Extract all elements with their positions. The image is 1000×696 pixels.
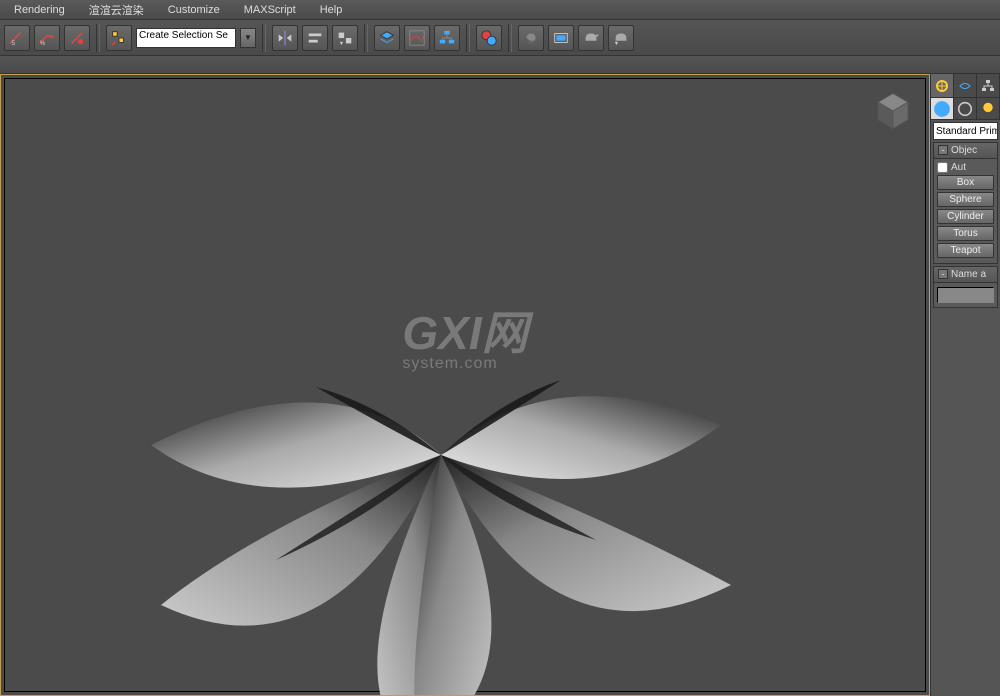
command-panel-tabs (931, 74, 1000, 98)
object-name-input[interactable] (937, 287, 994, 303)
viewcube[interactable] (871, 89, 915, 133)
menu-customize[interactable]: Customize (158, 2, 230, 18)
toolbar-separator (364, 24, 368, 52)
render-frame-button[interactable] (548, 25, 574, 51)
toolbar-separator (262, 24, 266, 52)
autogrid-checkbox[interactable]: Aut (937, 162, 994, 173)
curve-editor-button[interactable] (404, 25, 430, 51)
snap-percent-button[interactable]: % (34, 25, 60, 51)
schematic-view-button[interactable] (434, 25, 460, 51)
rendered-geometry (131, 315, 751, 696)
toolbar-separator (508, 24, 512, 52)
svg-text:%: % (40, 40, 46, 47)
svg-text:5: 5 (12, 40, 16, 47)
menu-cloud-render[interactable]: 渲渲云渲染 (79, 0, 154, 20)
mirror-button[interactable] (272, 25, 298, 51)
main-toolbar: 5 % Create Selection Se ▼ ▼ ▼ (0, 20, 1000, 56)
svg-text:▼: ▼ (339, 41, 344, 47)
name-color-header-label: Name a (951, 269, 986, 280)
named-selection-arrow[interactable]: ▼ (240, 28, 256, 48)
teapot-button[interactable]: Teapot (937, 243, 994, 258)
create-subtabs (931, 98, 1000, 120)
category-dropdown[interactable]: Standard Primiti (933, 122, 998, 140)
secondary-toolbar (0, 56, 1000, 74)
render-production-button[interactable] (578, 25, 604, 51)
material-editor-button[interactable] (476, 25, 502, 51)
svg-text:▼: ▼ (614, 41, 619, 47)
menubar: Rendering 渲渲云渲染 Customize MAXScript Help (0, 0, 1000, 20)
menu-maxscript[interactable]: MAXScript (234, 2, 306, 18)
lights-subtab[interactable] (977, 98, 1000, 119)
edit-named-selection-button[interactable] (106, 25, 132, 51)
viewport[interactable]: GXI网 system.com (0, 74, 930, 696)
menu-rendering[interactable]: Rendering (4, 2, 75, 18)
render-iterative-button[interactable]: ▼ (608, 25, 634, 51)
create-tab[interactable] (931, 74, 954, 97)
align-button[interactable] (302, 25, 328, 51)
align-dropdown-button[interactable]: ▼ (332, 25, 358, 51)
workspace: GXI网 system.com (0, 74, 930, 696)
sphere-button[interactable]: Sphere (937, 192, 994, 207)
name-color-rollout: -Name a (933, 266, 998, 308)
menu-help[interactable]: Help (310, 2, 353, 18)
command-panel: Standard Primiti -Objec Aut Box Sphere C… (930, 74, 1000, 696)
snap-angle-button[interactable]: 5 (4, 25, 30, 51)
hierarchy-tab[interactable] (977, 74, 1000, 97)
shapes-subtab[interactable] (954, 98, 977, 119)
layer-manager-button[interactable] (374, 25, 400, 51)
toolbar-separator (466, 24, 470, 52)
object-type-header[interactable]: -Objec (934, 143, 997, 159)
name-color-header[interactable]: -Name a (934, 267, 997, 283)
named-selection-dropdown[interactable]: Create Selection Se (136, 28, 236, 48)
object-type-rollout: -Objec Aut Box Sphere Cylinder Torus Tea… (933, 142, 998, 264)
geometry-subtab[interactable] (931, 98, 954, 119)
box-button[interactable]: Box (937, 175, 994, 190)
render-setup-button[interactable] (518, 25, 544, 51)
cylinder-button[interactable]: Cylinder (937, 209, 994, 224)
torus-button[interactable]: Torus (937, 226, 994, 241)
spinner-snap-button[interactable] (64, 25, 90, 51)
toolbar-separator (96, 24, 100, 52)
object-type-header-label: Objec (951, 145, 977, 156)
autogrid-label: Aut (951, 162, 966, 173)
modify-tab[interactable] (954, 74, 977, 97)
